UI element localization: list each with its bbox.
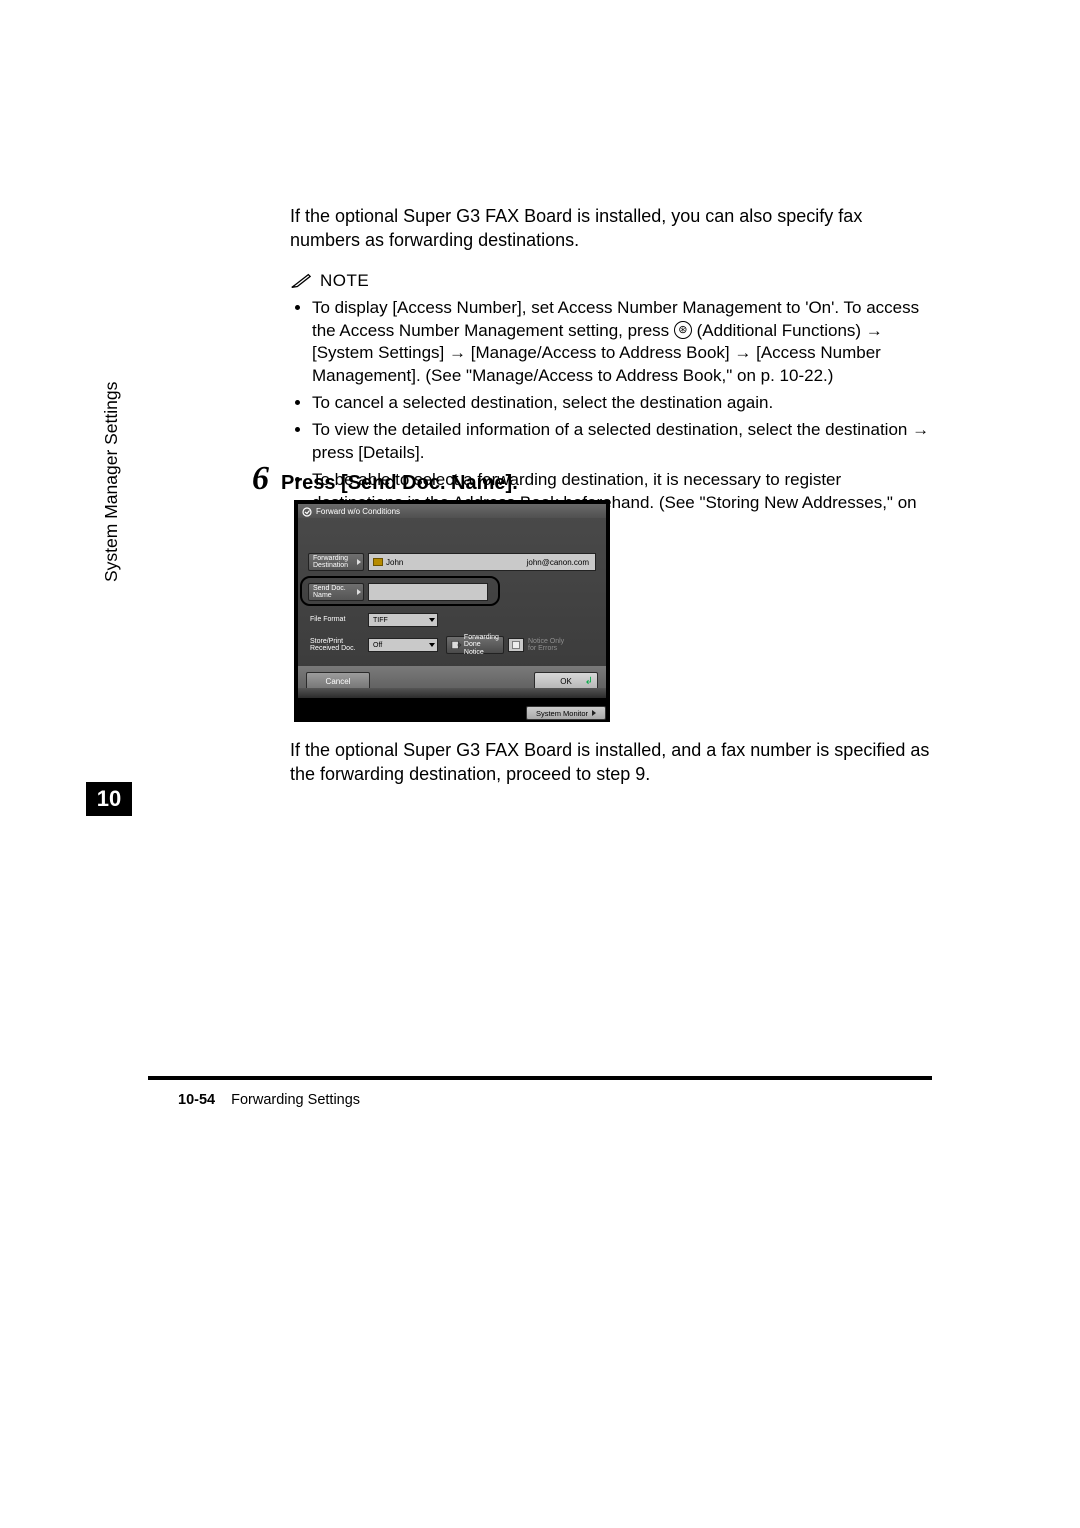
footer-page-number: 10-54 [178,1092,215,1108]
step-instruction: Press [Send Doc. Name]. [281,472,518,495]
note-item-2: To cancel a selected destination, select… [312,392,930,415]
chevron-down-icon [429,643,435,647]
label-line: Store/Print [310,638,343,645]
chevron-right-icon [357,589,361,595]
note-label: NOTE [320,271,369,291]
send-doc-name-button[interactable]: Send Doc. Name [308,583,364,601]
note-text: To view the detailed information of a se… [312,420,912,439]
note-text: [System Settings] [312,343,449,362]
chapter-number-box: 10 [86,782,132,816]
value-text: John [386,558,403,567]
dropdown-value: Off [373,642,382,649]
label-line: Received Doc. [310,645,356,652]
store-print-dropdown[interactable]: Off [368,638,438,652]
file-format-label: File Format [308,616,364,623]
forwarding-destination-button[interactable]: Forwarding Destination [308,553,364,571]
label-line: Forwarding [313,555,363,562]
chapter-section-title: System Manager Settings [101,382,122,582]
dialog-icon [302,507,312,517]
store-print-label: Store/Print Received Doc. [308,638,364,653]
value-email: john@canon.com [527,558,589,567]
row-send-doc-name: Send Doc. Name [308,582,596,602]
system-monitor-label: System Monitor [536,709,588,718]
system-monitor-button[interactable]: System Monitor [526,706,606,720]
forwarding-done-notice-button[interactable]: Forwarding Done Notice [446,636,504,654]
label-line: Forwarding [464,634,499,641]
forwarding-destination-value: John john@canon.com [368,553,596,571]
contact-icon [373,558,383,566]
page-footer: 10-54 Forwarding Settings [178,1092,360,1108]
additional-functions-icon: ⊛ [674,321,692,339]
step-number: 6 [252,460,269,498]
chevron-right-icon [357,559,361,565]
chevron-down-icon [429,618,435,622]
dialog-titlebar: Forward w/o Conditions [298,504,606,518]
footer-rule [148,1076,932,1080]
send-doc-name-value [368,583,488,601]
row-file-format: File Format TIFF [308,612,596,628]
label-line: Send Doc. [313,585,363,592]
label-line: Done Notice [464,641,484,655]
unchecked-icon [511,641,521,649]
arrow-icon: → [912,420,929,439]
label-line: for Errors [528,645,557,652]
note-text: [Manage/Access to Address Book] [471,343,735,362]
note-item-3: To view the detailed information of a se… [312,419,930,465]
ok-label: OK [560,677,572,686]
dialog-forward-conditions: Forward w/o Conditions Forwarding Destin… [298,504,606,696]
enter-icon: ↲ [585,676,593,687]
file-format-dropdown[interactable]: TIFF [368,613,438,627]
dropdown-value: TIFF [373,617,388,624]
label-line: Destination [313,562,363,569]
row-store-print: Store/Print Received Doc. Off Forwarding [308,636,596,654]
notice-errors-label: Notice Only for Errors [528,638,564,653]
arrow-icon: → [734,343,751,362]
footer-section-title: Forwarding Settings [231,1092,360,1108]
note-text: (Additional Functions) [697,321,866,340]
note-header: NOTE [290,271,930,291]
after-panel-paragraph: If the optional Super G3 FAX Board is in… [290,738,930,787]
label-line: Notice Only [528,638,564,645]
arrow-icon: → [449,343,466,362]
row-forwarding-destination: Forwarding Destination John john@canon.c… [308,552,596,572]
step-heading: 6 Press [Send Doc. Name]. [252,460,518,498]
dialog-title: Forward w/o Conditions [316,507,400,516]
note-item-1: To display [Access Number], set Access N… [312,297,930,389]
label-line: Name [313,592,363,599]
document-forward-icon [451,640,462,650]
chapter-side-tab: System Manager Settings 10 [86,582,132,812]
panel-divider [298,688,606,698]
intro-paragraph: If the optional Super G3 FAX Board is in… [290,204,930,253]
device-screenshot-panel: Forward w/o Conditions Forwarding Destin… [294,500,610,722]
arrow-icon: → [866,321,883,340]
pencil-note-icon [290,272,312,290]
notice-errors-checkbox[interactable] [508,638,524,652]
